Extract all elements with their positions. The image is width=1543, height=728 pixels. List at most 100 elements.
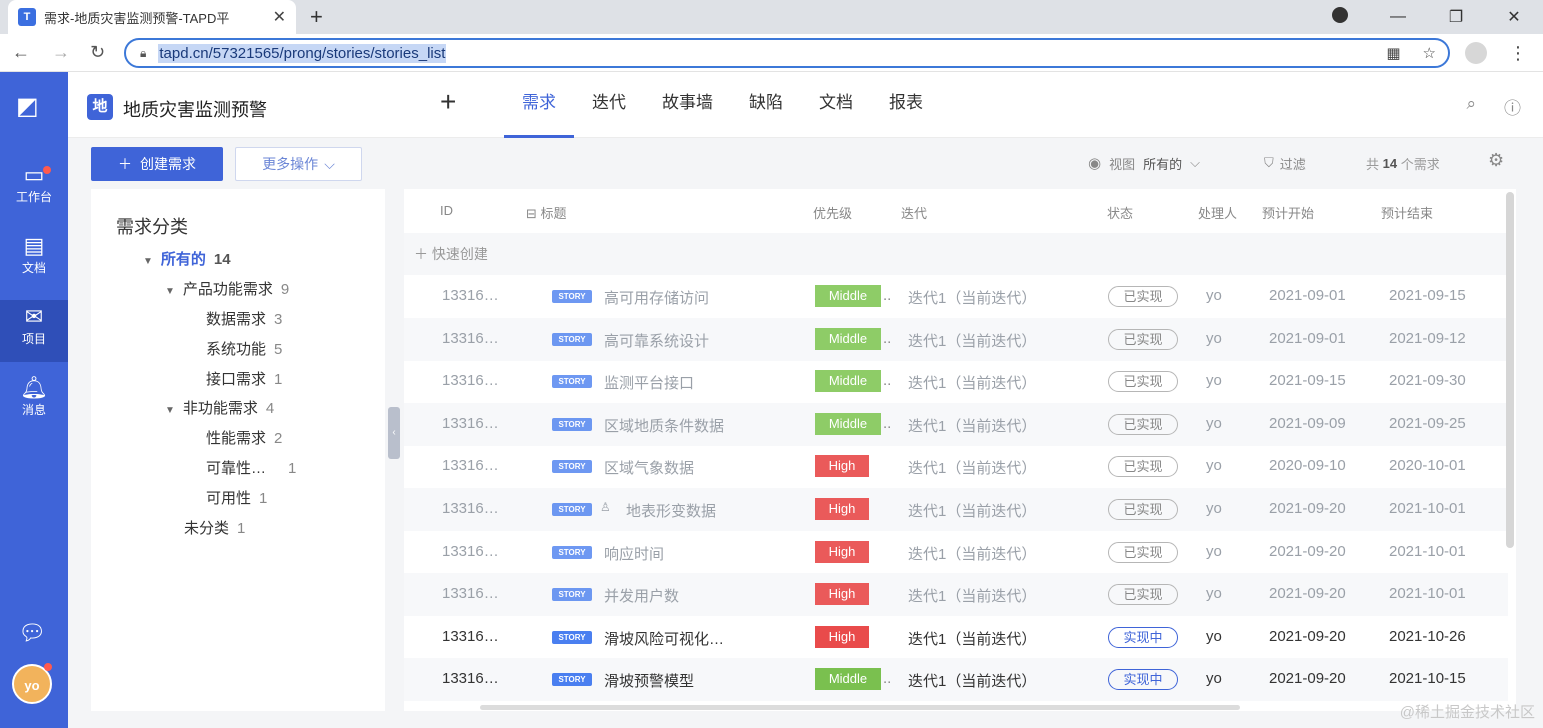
qr-code-icon[interactable]: ▦ xyxy=(1386,44,1400,62)
priority-badge[interactable]: High xyxy=(815,455,869,478)
story-title[interactable]: 区域地质条件数据 xyxy=(604,415,724,436)
end-date[interactable]: 2021-10-01 xyxy=(1389,585,1466,602)
category-item-all[interactable]: ▼ 所有的 14 xyxy=(143,248,231,269)
owner-cell[interactable]: yo xyxy=(1206,287,1222,304)
browser-tab[interactable]: T 需求-地质灾害监测预警-TAPD平 ✕ xyxy=(8,0,296,34)
story-id[interactable]: 13316… xyxy=(442,415,499,432)
table-row[interactable]: 13316… STORY 高可靠系统设计 Middle .. 迭代1（当前迭代）… xyxy=(404,317,1508,361)
end-date[interactable]: 2021-10-15 xyxy=(1389,670,1466,687)
priority-badge[interactable]: High xyxy=(815,625,869,648)
rail-item-doc[interactable]: ▤ 文档 xyxy=(0,229,68,291)
tab-docs[interactable]: 文档 xyxy=(801,72,871,138)
chat-icon[interactable]: 💬︎ xyxy=(18,620,46,646)
tab-stories[interactable]: 需求 xyxy=(504,72,574,138)
story-title[interactable]: 地表形变数据 xyxy=(626,500,716,521)
table-row[interactable]: 13316… STORY 滑坡风险可视化… High 迭代1（当前迭代） 实现中… xyxy=(404,616,1508,659)
story-id[interactable]: 13316… xyxy=(442,585,499,602)
category-item[interactable]: ▼ 产品功能需求 9 xyxy=(165,278,289,299)
header-iteration[interactable]: 迭代 xyxy=(901,203,927,222)
reload-icon[interactable]: ↻ xyxy=(90,42,105,63)
iteration-cell[interactable]: 迭代1（当前迭代） xyxy=(908,372,1036,393)
end-date[interactable]: 2021-09-30 xyxy=(1389,372,1466,389)
filter-button[interactable]: ⛉ 过滤 xyxy=(1264,152,1306,174)
story-id[interactable]: 13316… xyxy=(442,628,499,645)
iteration-cell[interactable]: 迭代1（当前迭代） xyxy=(908,670,1036,691)
search-icon[interactable]: ⌕ xyxy=(1466,94,1476,119)
start-date[interactable]: 2021-09-20 xyxy=(1269,628,1346,645)
end-date[interactable]: 2021-09-25 xyxy=(1389,415,1466,432)
owner-cell[interactable]: yo xyxy=(1206,330,1222,347)
add-icon[interactable]: + xyxy=(440,86,456,118)
back-icon[interactable]: ← xyxy=(12,42,30,63)
story-title[interactable]: 区域气象数据 xyxy=(604,457,694,478)
category-item[interactable]: ▼ 非功能需求 4 xyxy=(165,397,274,418)
priority-badge[interactable]: Middle xyxy=(815,370,881,393)
status-badge[interactable]: 已实现 xyxy=(1108,328,1178,350)
table-row[interactable]: 13316… STORY 监测平台接口 Middle .. 迭代1（当前迭代） … xyxy=(404,360,1508,403)
header-start[interactable]: 预计开始 xyxy=(1262,203,1314,222)
end-date[interactable]: 2020-10-01 xyxy=(1389,457,1466,474)
start-date[interactable]: 2021-09-20 xyxy=(1269,500,1346,517)
view-selector[interactable]: ◉ 视图 所有的 ⌵ xyxy=(1088,152,1200,174)
category-item[interactable]: 系统功能 5 xyxy=(206,338,282,359)
rail-item-project[interactable]: ✉ 项目 xyxy=(0,300,68,362)
category-item[interactable]: 数据需求 3 xyxy=(206,308,282,329)
story-title[interactable]: 高可靠系统设计 xyxy=(604,330,709,351)
close-tab-icon[interactable]: ✕ xyxy=(273,7,286,27)
start-date[interactable]: 2021-09-01 xyxy=(1269,330,1346,347)
url-text[interactable]: tapd.cn/57321565/prong/stories/stories_l… xyxy=(158,43,447,63)
start-date[interactable]: 2021-09-15 xyxy=(1269,372,1346,389)
quick-create-row[interactable]: ＋ 快速创建 xyxy=(404,233,1508,275)
status-badge[interactable]: 已实现 xyxy=(1108,371,1178,393)
header-end[interactable]: 预计结束 xyxy=(1381,203,1433,222)
iteration-cell[interactable]: 迭代1（当前迭代） xyxy=(908,457,1036,478)
caret-down-icon[interactable]: ▼ xyxy=(165,286,175,297)
table-row[interactable]: 13316… STORY 并发用户数 High 迭代1（当前迭代） 已实现 yo… xyxy=(404,573,1508,617)
iteration-cell[interactable]: 迭代1（当前迭代） xyxy=(908,543,1036,564)
profile-indicator-icon[interactable] xyxy=(1311,6,1369,28)
start-date[interactable]: 2021-09-01 xyxy=(1269,287,1346,304)
end-date[interactable]: 2021-09-12 xyxy=(1389,330,1466,347)
category-item[interactable]: 可靠性… 1 xyxy=(206,457,296,478)
header-owner[interactable]: 处理人 xyxy=(1198,203,1237,222)
table-row[interactable]: 13316… STORY 区域地质条件数据 Middle .. 迭代1（当前迭代… xyxy=(404,402,1508,446)
rail-item-workbench[interactable]: ▭ 工作台 xyxy=(0,158,68,220)
help-icon[interactable]: ⓘ xyxy=(1504,94,1521,119)
create-story-button[interactable]: ＋ 创建需求 xyxy=(91,147,223,181)
story-title[interactable]: 高可用存储访问 xyxy=(604,287,709,308)
priority-badge[interactable]: High xyxy=(815,583,869,606)
owner-cell[interactable]: yo xyxy=(1206,500,1222,517)
status-badge[interactable]: 已实现 xyxy=(1108,286,1178,307)
table-row[interactable]: 13316… STORY 区域气象数据 High 迭代1（当前迭代） 已实现 y… xyxy=(404,445,1508,488)
status-badge[interactable]: 已实现 xyxy=(1108,456,1178,478)
end-date[interactable]: 2021-09-15 xyxy=(1389,287,1466,304)
status-badge[interactable]: 已实现 xyxy=(1108,584,1178,606)
collapse-panel-handle[interactable]: ‹ xyxy=(388,407,400,459)
category-item[interactable]: 未分类 1 xyxy=(184,517,245,538)
tab-reports[interactable]: 报表 xyxy=(871,72,941,138)
owner-cell[interactable]: yo xyxy=(1206,670,1222,687)
category-item[interactable]: 接口需求 1 xyxy=(206,368,282,389)
gear-icon[interactable]: ⚙ xyxy=(1488,150,1504,171)
start-date[interactable]: 2021-09-20 xyxy=(1269,670,1346,687)
collapse-square-icon[interactable]: ⊟ xyxy=(526,206,537,221)
iteration-cell[interactable]: 迭代1（当前迭代） xyxy=(908,500,1036,521)
story-title[interactable]: 并发用户数 xyxy=(604,585,679,606)
status-badge[interactable]: 已实现 xyxy=(1108,413,1178,435)
end-date[interactable]: 2021-10-01 xyxy=(1389,543,1466,560)
browser-menu-icon[interactable]: ⋮ xyxy=(1509,43,1527,64)
status-badge[interactable]: 已实现 xyxy=(1108,541,1178,563)
priority-badge[interactable]: Middle xyxy=(815,327,881,350)
priority-badge[interactable]: Middle xyxy=(815,668,881,691)
start-date[interactable]: 2021-09-20 xyxy=(1269,585,1346,602)
status-badge[interactable]: 实现中 xyxy=(1108,626,1178,648)
story-id[interactable]: 13316… xyxy=(442,500,499,517)
project-name[interactable]: 地质灾害监测预警 xyxy=(123,96,267,122)
rail-item-message[interactable]: 🔔︎ 消息 xyxy=(0,371,68,433)
story-title[interactable]: 滑坡风险可视化… xyxy=(604,628,724,649)
story-id[interactable]: 13316… xyxy=(442,670,499,687)
bookmark-star-icon[interactable]: ☆ xyxy=(1423,44,1436,62)
minimize-icon[interactable]: — xyxy=(1369,8,1427,26)
more-actions-button[interactable]: 更多操作 ⌵ xyxy=(235,147,362,181)
owner-cell[interactable]: yo xyxy=(1206,457,1222,474)
